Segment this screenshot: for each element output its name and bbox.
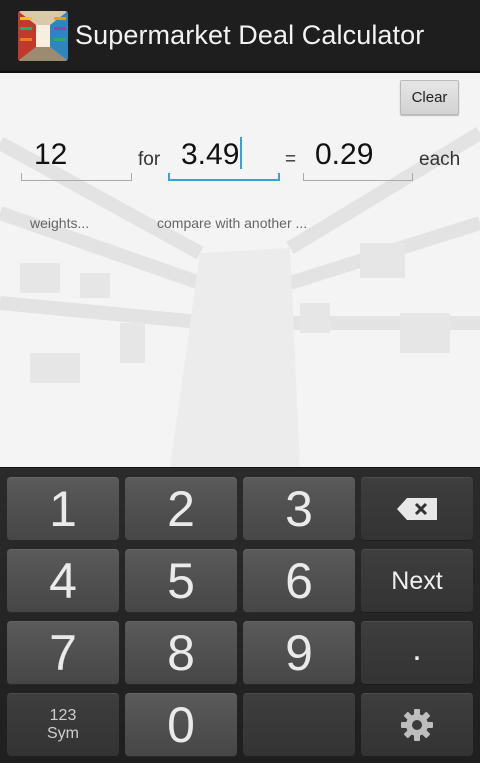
key-9-label: 9 — [285, 625, 313, 681]
key-5[interactable]: 5 — [125, 549, 237, 613]
decimal-point-label: . — [412, 629, 422, 668]
settings-gear-icon — [401, 709, 433, 741]
quantity-value: 12 — [34, 138, 68, 171]
key-6-label: 6 — [285, 553, 313, 609]
backspace-key[interactable] — [361, 477, 473, 541]
symbols-key-line2: Sym — [47, 725, 79, 742]
app-title: Supermarket Deal Calculator — [75, 20, 425, 50]
supermarket-aisle-background — [0, 127, 480, 467]
symbols-key-line1: 123 — [49, 707, 77, 724]
key-0[interactable]: 0 — [125, 693, 237, 757]
quantity-field[interactable]: 12 — [21, 135, 132, 181]
key-4[interactable]: 4 — [7, 549, 119, 613]
settings-key[interactable] — [361, 693, 473, 757]
calculator-panel: Clear 12 for 3.49 = 0.29 each weights...… — [0, 73, 480, 467]
key-8-label: 8 — [167, 625, 195, 681]
clear-button[interactable]: Clear — [400, 80, 459, 115]
key-5-label: 5 — [167, 553, 195, 609]
key-8[interactable]: 8 — [125, 621, 237, 685]
key-3[interactable]: 3 — [243, 477, 355, 541]
key-2[interactable]: 2 — [125, 477, 237, 541]
action-bar: Supermarket Deal Calculator — [0, 0, 480, 73]
key-1-label: 1 — [49, 481, 77, 537]
next-key-label: Next — [391, 566, 443, 595]
text-cursor — [240, 137, 243, 169]
key-7-label: 7 — [49, 625, 77, 681]
backspace-icon — [397, 498, 437, 520]
key-0-label: 0 — [167, 697, 195, 753]
unit-price-field[interactable]: 0.29 — [303, 135, 413, 181]
next-key[interactable]: Next — [361, 549, 473, 613]
key-4-label: 4 — [49, 553, 77, 609]
weights-link[interactable]: weights... — [30, 215, 89, 231]
key-7[interactable]: 7 — [7, 621, 119, 685]
price-field[interactable]: 3.49 — [168, 135, 280, 181]
decimal-point-key[interactable]: . — [361, 621, 473, 685]
app-logo-icon — [18, 10, 68, 61]
key-1[interactable]: 1 — [7, 477, 119, 541]
key-6[interactable]: 6 — [243, 549, 355, 613]
each-label: each — [419, 149, 461, 170]
key-2-label: 2 — [167, 481, 195, 537]
symbols-key[interactable]: 123 Sym — [7, 693, 119, 757]
key-9[interactable]: 9 — [243, 621, 355, 685]
price-value: 3.49 — [181, 138, 240, 171]
compare-link[interactable]: compare with another ... — [157, 215, 307, 231]
unit-price-value: 0.29 — [315, 138, 374, 171]
equals-label: = — [285, 149, 297, 170]
for-label: for — [138, 149, 161, 170]
empty-key — [243, 693, 355, 757]
numeric-keyboard: 1 2 3 4 5 6 Next 7 8 9 . 123 Sym 0 — [0, 467, 480, 763]
key-3-label: 3 — [285, 481, 313, 537]
